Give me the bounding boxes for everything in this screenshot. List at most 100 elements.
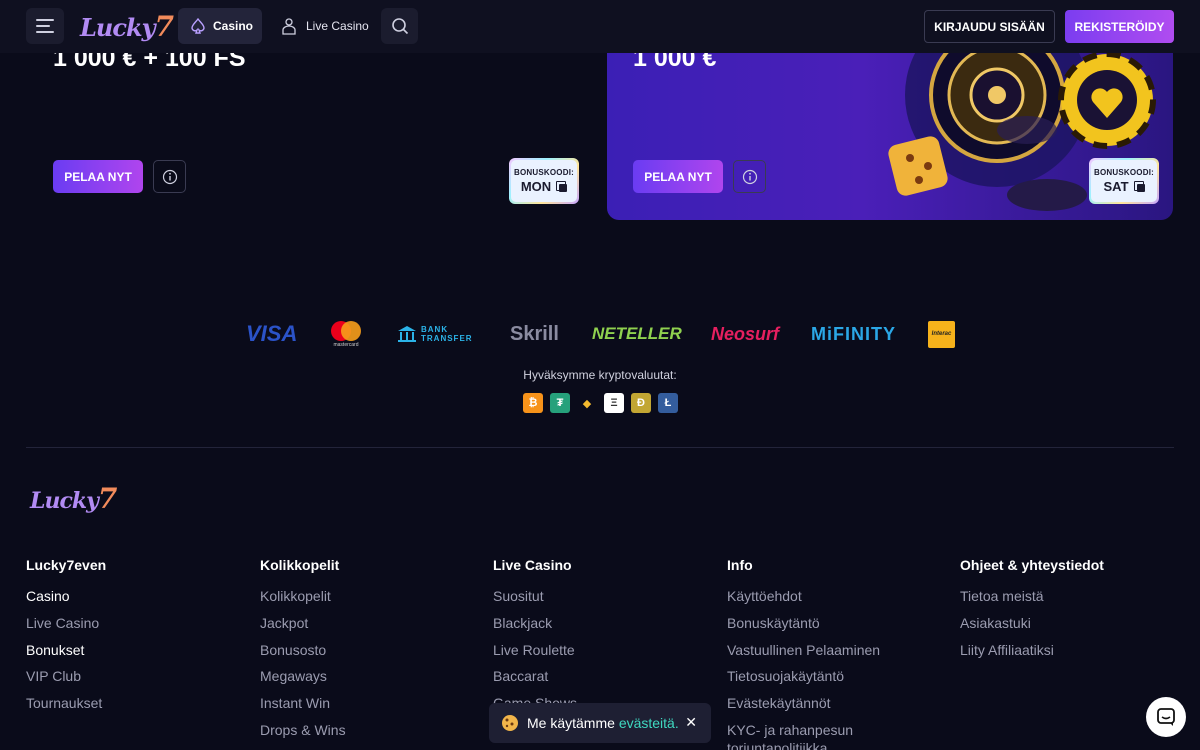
footer-link[interactable]: Casino [26,587,106,614]
crypto-coins: ₿ ₮ ◆ Ξ Ð Ł [523,393,678,413]
nav-casino-label: Casino [213,19,254,33]
footer-link[interactable]: KYC- ja rahanpesun [727,721,880,739]
nav-live-casino-label: Live Casino [306,19,369,33]
mifinity-logo: MiFINITY [811,323,896,344]
footer-link[interactable]: Live Roulette [493,641,577,668]
nav-casino-button[interactable]: Casino [178,8,262,44]
mastercard-logo: mastercard [328,317,364,351]
footer-link[interactable]: Baccarat [493,667,577,694]
footer-link[interactable]: Bonusosto [260,641,346,668]
crypto-title: Hyväksymme kryptovaluutat: [523,368,677,382]
footer-link[interactable]: Tietoa meistä [960,587,1104,614]
info-icon [742,169,757,184]
bonus-code-badge[interactable]: BONUSKOODI: MON [509,158,579,204]
footer-link[interactable]: Asiakastuki [960,614,1104,641]
bank-icon [398,326,416,342]
copy-icon [1133,181,1145,192]
footer-link[interactable]: Bonuskäytäntö [727,614,880,641]
interac-label: Interac [928,320,955,348]
footer-link[interactable]: Instant Win [260,694,346,721]
bonus-code-label: BONUSKOODI: [514,168,574,177]
footer-column-live-casino: Live Casino Suositut Blackjack Live Roul… [493,557,577,721]
search-icon [391,18,408,35]
payment-methods: VISA mastercard BANK TRANSFER Skrill NETE… [240,317,960,351]
play-now-button[interactable]: PELAA NYT [53,160,143,193]
promo-card-2: 1 000 € PELAA NYT BONUSKOODI: SAT [607,30,1173,220]
footer-link[interactable]: Käyttöehdot [727,587,880,614]
footer-column-lucky7even: Lucky7even Casino Live Casino Bonukset V… [26,557,106,721]
footer-link[interactable]: Blackjack [493,614,577,641]
register-button[interactable]: REKISTERÖIDY [1065,10,1174,43]
footer-link[interactable]: Evästekäytännöt [727,694,880,721]
login-button[interactable]: KIRJAUDU SISÄÄN [924,10,1055,43]
info-icon [162,169,177,184]
footer-logo-seven: 7 [97,482,118,515]
menu-toggle-button[interactable] [26,8,64,44]
chat-icon [1157,708,1175,726]
tether-icon: ₮ [550,393,570,413]
bonus-code-badge[interactable]: BONUSKOODI: SAT [1089,158,1159,204]
neosurf-logo: Neosurf [711,323,780,344]
site-logo[interactable]: Lucky7 [80,10,175,43]
footer-link[interactable]: Tournaukset [26,694,106,721]
footer-column-title: Info [727,557,753,573]
footer-link[interactable]: Jackpot [260,614,346,641]
footer-link[interactable]: Vastuullinen Pelaaminen [727,641,880,668]
footer-link[interactable]: torjuntapolitiikka [727,739,880,750]
neteller-logo: NETELLER [592,324,682,343]
footer-column-title: Kolikkopelit [260,557,340,573]
footer-link[interactable]: Megaways [260,667,346,694]
info-button[interactable] [153,160,186,193]
promo-card-1: 1 000 € + 100 FS PELAA NYT BONUSKOODI: M… [26,30,594,220]
binance-icon: ◆ [577,393,597,413]
top-navigation: Lucky7 Casino Live Casino KIRJAUDU SISÄÄ… [0,0,1200,53]
footer-link[interactable]: Suositut [493,587,577,614]
footer-logo[interactable]: Lucky7 [30,482,118,515]
footer-column-title: Ohjeet & yhteystiedot [960,557,1104,573]
spade-icon [191,18,205,34]
nav-live-casino-button[interactable]: Live Casino [280,8,369,44]
bonus-code-label: BONUSKOODI: [1094,168,1154,177]
ethereum-icon: Ξ [604,393,624,413]
play-now-button[interactable]: PELAA NYT [633,160,723,193]
dogecoin-icon: Ð [631,393,651,413]
footer-link[interactable]: VIP Club [26,667,106,694]
logo-seven: 7 [154,10,175,43]
footer-column-title: Live Casino [493,557,572,573]
dealer-icon [282,18,296,35]
footer-link[interactable]: Drops & Wins [260,721,346,748]
bonus-code-value: MON [520,179,552,194]
footer-link[interactable]: Liity Affiliaatiksi [960,641,1104,668]
footer-column-kolikkopelit: Kolikkopelit Kolikkopelit Jackpot Bonuso… [260,557,346,748]
bitcoin-icon: ₿ [523,393,543,413]
interac-logo: Interac [928,317,955,351]
footer-link[interactable]: Kolikkopelit [260,587,346,614]
chat-button[interactable] [1146,697,1186,737]
litecoin-icon: Ł [658,393,678,413]
mastercard-label: mastercard [333,342,359,348]
footer-link[interactable]: Tietosuojakäytäntö [727,667,880,694]
bank-label-2: TRANSFER [421,334,473,343]
cookie-policy-link[interactable]: evästeitä. [619,715,679,731]
footer-divider [26,447,1174,448]
copy-icon [556,181,568,192]
footer-column-help: Ohjeet & yhteystiedot Tietoa meistä Asia… [960,557,1104,667]
search-button[interactable] [381,8,418,44]
cookie-banner: Me käytämme evästeitä. ✕ [489,703,711,743]
footer-column-info: Info Käyttöehdot Bonuskäytäntö Vastuulli… [727,557,880,750]
mastercard-icon [331,321,361,341]
cookie-icon [502,715,518,731]
bank-transfer-logo: BANK TRANSFER [397,317,473,351]
close-icon[interactable]: ✕ [685,714,697,731]
cookie-text: Me käytämme [527,715,615,731]
footer-link[interactable]: Bonukset [26,641,106,668]
footer-link[interactable]: Live Casino [26,614,106,641]
info-button[interactable] [733,160,766,193]
logo-text: Lucky [80,13,156,42]
bonus-code-value: SAT [1103,179,1129,194]
skrill-logo: Skrill [510,322,559,345]
bank-label-1: BANK [421,325,449,334]
footer-logo-text: Lucky [30,488,99,514]
footer-column-title: Lucky7even [26,557,107,573]
visa-logo: VISA [246,321,298,346]
